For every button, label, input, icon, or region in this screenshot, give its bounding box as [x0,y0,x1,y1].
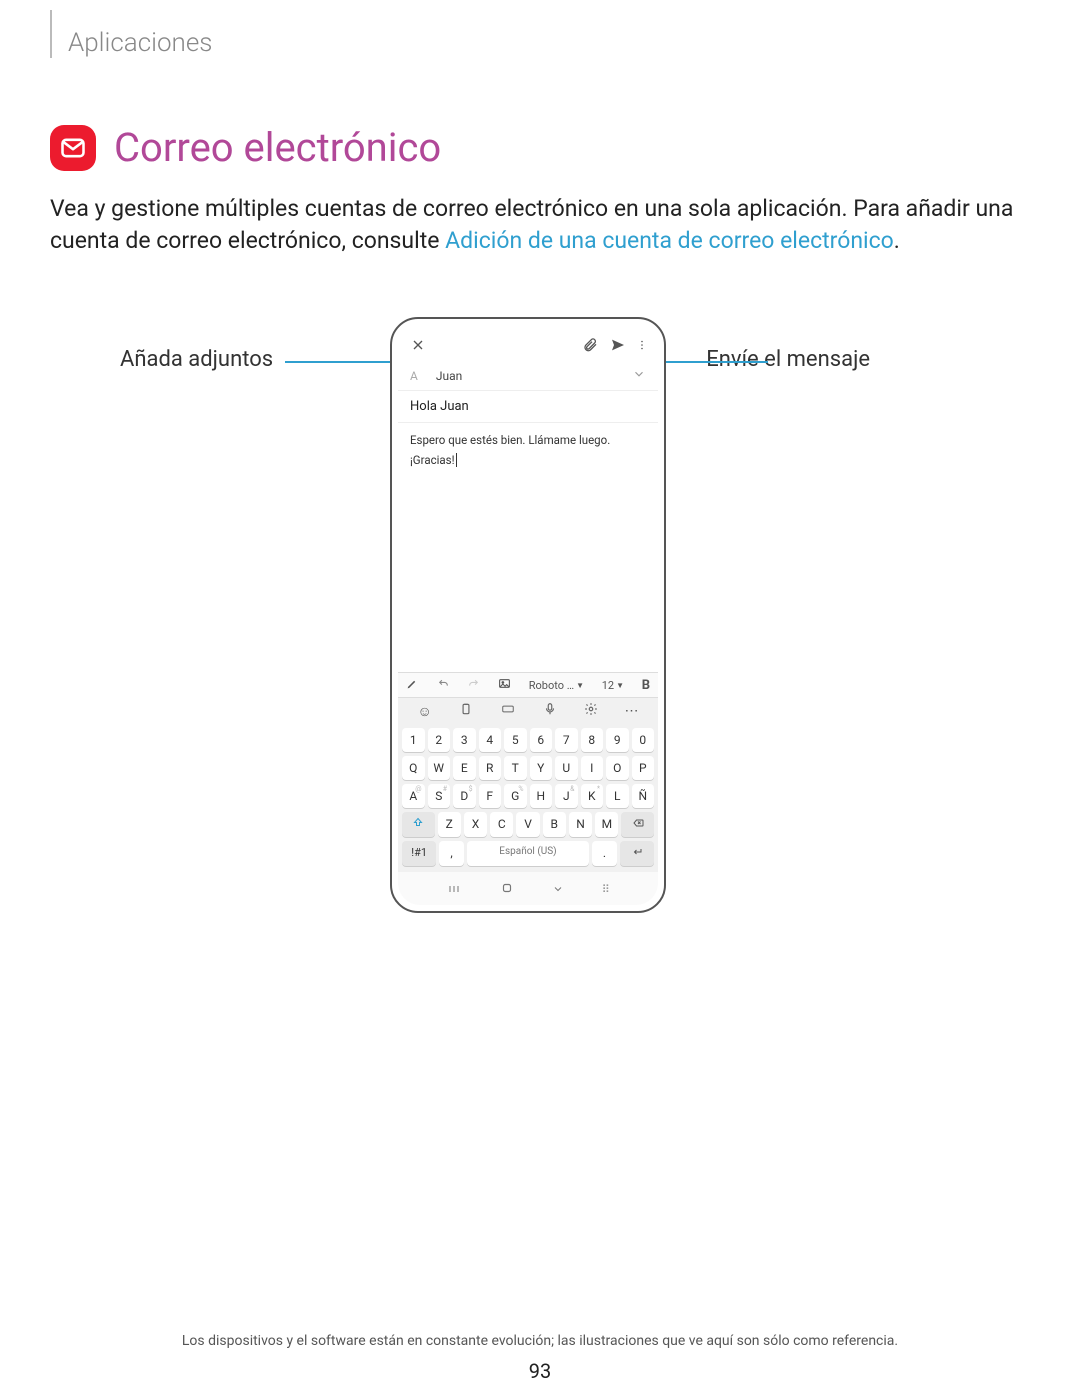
more-icon[interactable] [636,335,648,355]
to-name: Juan [436,369,462,383]
send-icon[interactable] [608,335,628,355]
enter-key[interactable] [620,841,654,866]
key-m[interactable]: M [595,812,618,837]
key-2[interactable]: 2 [428,728,451,752]
key-g[interactable]: G% [504,784,527,808]
home-icon[interactable] [499,880,515,899]
bold-button[interactable]: B [642,678,650,693]
key-a[interactable]: A@ [402,784,425,808]
key-row-2: A@S#D$FG%HJ&K*LÑ [402,784,654,808]
footnote: Los dispositivos y el software están en … [0,1333,1080,1349]
key-row-3: ZXCVBNM [402,812,654,837]
key-ñ[interactable]: Ñ [632,784,655,808]
figure: Añada adjuntos Envíe el mensaje [50,317,1020,957]
key-q[interactable]: Q [402,756,425,780]
key-i[interactable]: I [581,756,604,780]
callout-attach: Añada adjuntos [120,347,273,372]
key-o[interactable]: O [606,756,629,780]
key-9[interactable]: 9 [606,728,629,752]
key-d[interactable]: D$ [453,784,476,808]
key-j[interactable]: J& [555,784,578,808]
emoji-icon[interactable]: ☺ [417,703,431,720]
key-f[interactable]: F [479,784,502,808]
attach-icon[interactable] [580,335,600,355]
redo-icon[interactable] [467,677,480,693]
page-number: 93 [0,1359,1080,1383]
key-n[interactable]: N [569,812,592,837]
key-0[interactable]: 0 [632,728,655,752]
key-6[interactable]: 6 [530,728,553,752]
key-s[interactable]: S# [428,784,451,808]
key-r[interactable]: R [479,756,502,780]
key-7[interactable]: 7 [555,728,578,752]
undo-icon[interactable] [437,677,450,693]
key-z[interactable]: Z [438,812,461,837]
intro-paragraph: Vea y gestione múltiples cuentas de corr… [50,193,1020,257]
to-label: A [410,369,418,383]
compose-toolbar [398,325,658,361]
body-line: Espero que estés bien. Llámame luego. [410,431,646,451]
android-navbar: ⠿ [398,872,658,905]
key-p[interactable]: P [632,756,655,780]
shift-key[interactable] [402,812,435,837]
body-field[interactable]: Espero que estés bien. Llámame luego. ¡G… [398,423,658,672]
pen-icon[interactable] [406,677,419,693]
key-h[interactable]: H [530,784,553,808]
intro-text-after: . [894,227,900,254]
key-e[interactable]: E [453,756,476,780]
header-rule [50,10,52,58]
add-account-link[interactable]: Adición de una cuenta de correo electrón… [445,227,894,254]
key-row-bottom: !#1 , Español (US) . [402,841,654,866]
close-icon[interactable] [408,335,428,355]
key-row-1: QWERTYUIOP [402,756,654,780]
recents-icon[interactable] [446,880,462,899]
symbols-key[interactable]: !#1 [402,841,436,866]
more-kb-icon[interactable]: ⋯ [624,703,638,719]
key-row-num: 1234567890 [402,728,654,752]
size-picker[interactable]: 12 ▼ [602,679,624,692]
backspace-key[interactable] [621,812,654,837]
clipboard-icon[interactable] [459,702,473,720]
keyboard-mode-icon[interactable] [500,702,516,720]
breadcrumb: Aplicaciones [68,28,1020,58]
period-key[interactable]: . [592,841,616,866]
space-key[interactable]: Español (US) [467,841,589,866]
subject-field[interactable]: Hola Juan [398,391,658,423]
phone-frame: A Juan Hola Juan Espero que estés bien. … [390,317,666,913]
key-x[interactable]: X [464,812,487,837]
key-y[interactable]: Y [530,756,553,780]
mic-icon[interactable] [543,702,557,720]
callout-send: Envíe el mensaje [706,347,870,372]
email-app-icon [50,125,96,171]
key-w[interactable]: W [428,756,451,780]
key-u[interactable]: U [555,756,578,780]
key-c[interactable]: C [490,812,513,837]
keyboard-toolbar: ☺ ⋯ [398,697,658,724]
hide-kb-icon[interactable] [551,880,565,899]
page-title: Correo electrónico [114,124,441,171]
settings-icon[interactable] [584,702,598,720]
key-8[interactable]: 8 [581,728,604,752]
kb-switch-icon[interactable]: ⠿ [602,883,610,896]
format-toolbar: Roboto … ▼ 12 ▼ B [398,672,658,697]
key-b[interactable]: B [543,812,566,837]
key-4[interactable]: 4 [479,728,502,752]
key-v[interactable]: V [516,812,539,837]
key-t[interactable]: T [504,756,527,780]
chevron-down-icon[interactable] [632,367,646,384]
body-line: ¡Gracias! [410,453,457,467]
image-icon[interactable] [498,677,511,693]
recipient-row[interactable]: A Juan [398,361,658,391]
key-l[interactable]: L [606,784,629,808]
key-k[interactable]: K* [581,784,604,808]
comma-key[interactable]: , [439,841,463,866]
key-3[interactable]: 3 [453,728,476,752]
key-5[interactable]: 5 [504,728,527,752]
font-picker[interactable]: Roboto … ▼ [529,679,584,692]
keyboard: 1234567890 QWERTYUIOP A@S#D$FG%HJ&K*LÑ Z… [398,724,658,872]
key-1[interactable]: 1 [402,728,425,752]
